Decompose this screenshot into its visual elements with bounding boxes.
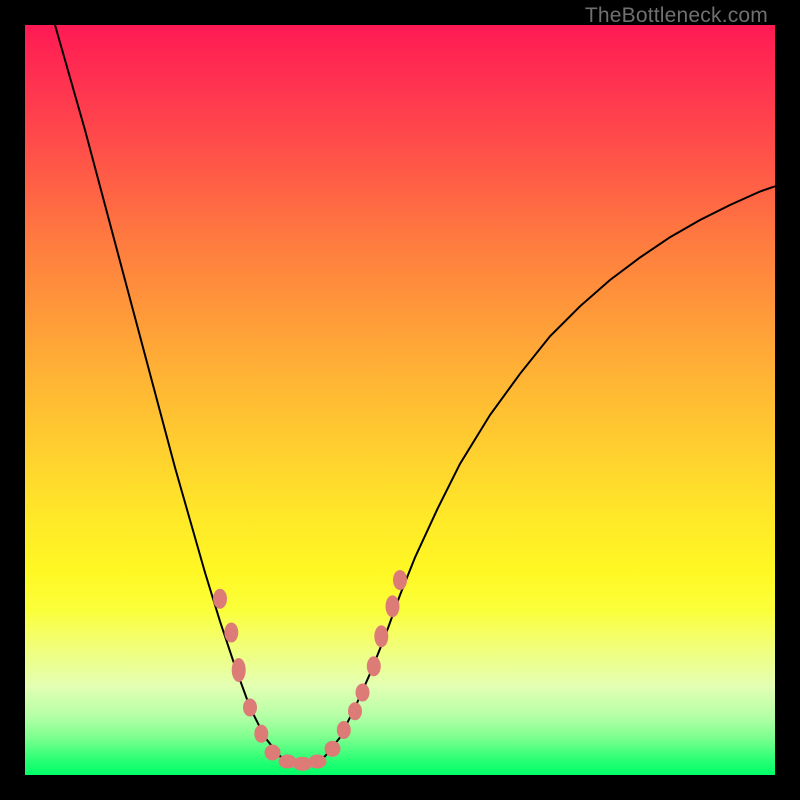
- data-marker: [337, 721, 351, 739]
- data-marker: [325, 741, 341, 757]
- data-marker: [224, 623, 238, 643]
- data-marker: [232, 658, 246, 682]
- data-marker: [243, 699, 257, 717]
- data-marker: [393, 570, 407, 590]
- watermark-text: TheBottleneck.com: [585, 4, 768, 28]
- data-markers: [213, 570, 407, 771]
- data-marker: [356, 684, 370, 702]
- bottleneck-curve: [55, 25, 775, 764]
- chart-svg: [25, 25, 775, 775]
- data-marker: [348, 702, 362, 720]
- data-marker: [254, 725, 268, 743]
- data-marker: [213, 589, 227, 609]
- chart-frame: [25, 25, 775, 775]
- data-marker: [309, 755, 327, 769]
- data-marker: [265, 745, 281, 761]
- data-marker: [374, 625, 388, 647]
- data-marker: [367, 656, 381, 676]
- data-marker: [386, 595, 400, 617]
